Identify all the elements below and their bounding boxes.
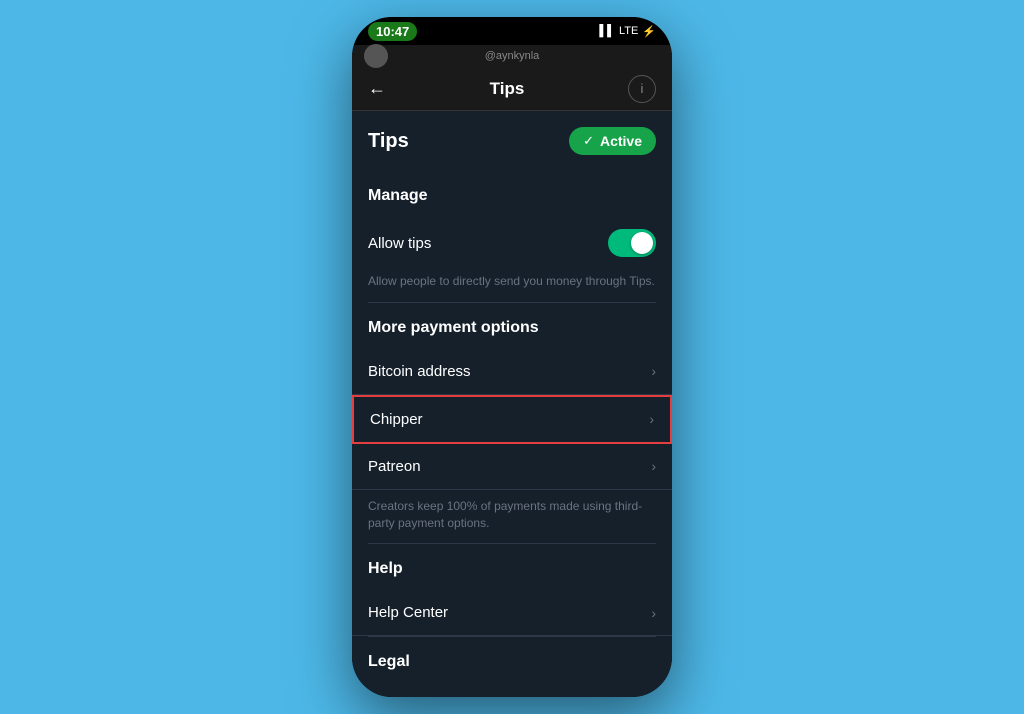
chevron-icon-patreon: ›	[651, 458, 656, 474]
allow-tips-description: Allow people to directly send you money …	[352, 269, 672, 302]
bitcoin-address-label: Bitcoin address	[368, 363, 471, 380]
toggle-knob	[631, 232, 653, 254]
profile-bar: @aynkynla	[352, 45, 672, 67]
tips-header: Tips ✓ Active	[352, 111, 672, 171]
help-section: Help	[352, 544, 672, 578]
profile-username: @aynkynla	[485, 50, 540, 62]
allow-tips-row: Allow tips	[352, 217, 672, 269]
chevron-icon-bitcoin: ›	[651, 363, 656, 379]
patreon-label: Patreon	[368, 458, 421, 475]
nav-bar: ← Tips i	[352, 67, 672, 111]
status-icons: ▌▌ LTE ⚡	[599, 25, 656, 38]
active-badge-label: Active	[600, 133, 642, 149]
payment-section-title: More payment options	[368, 319, 656, 337]
active-badge: ✓ Active	[569, 127, 656, 155]
legal-section-title: Legal	[368, 653, 656, 671]
chipper-item[interactable]: Chipper ›	[352, 395, 672, 444]
allow-tips-label: Allow tips	[368, 235, 431, 252]
signal-icon: ▌▌	[599, 25, 615, 37]
bitcoin-address-item[interactable]: Bitcoin address ›	[352, 349, 672, 395]
status-time: 10:47	[368, 22, 417, 41]
payment-note: Creators keep 100% of payments made usin…	[352, 490, 672, 544]
back-button[interactable]: ←	[368, 78, 386, 99]
battery-icon: ⚡	[642, 25, 656, 38]
patreon-item[interactable]: Patreon ›	[352, 444, 672, 490]
help-center-label: Help Center	[368, 604, 448, 621]
chevron-icon-chipper: ›	[649, 411, 654, 427]
chevron-icon-help: ›	[651, 605, 656, 621]
info-button[interactable]: i	[628, 75, 656, 103]
avatar	[364, 44, 388, 68]
content-area: Tips ✓ Active Manage Allow tips Allow pe…	[352, 111, 672, 697]
phone-container: 10:47 ▌▌ LTE ⚡ @aynkynla ← Tips i Tips ✓…	[352, 17, 672, 697]
monetization-policy-item[interactable]: General Monetization Policy ›	[352, 683, 672, 697]
nav-title: Tips	[490, 79, 525, 99]
help-section-title: Help	[368, 560, 656, 578]
network-label: LTE	[619, 25, 638, 37]
manage-section: Manage	[352, 171, 672, 205]
chipper-label: Chipper	[370, 411, 423, 428]
manage-section-title: Manage	[368, 187, 656, 205]
info-icon: i	[641, 81, 644, 96]
status-bar: 10:47 ▌▌ LTE ⚡	[352, 17, 672, 45]
tips-page-title: Tips	[368, 130, 409, 153]
allow-tips-toggle[interactable]	[608, 229, 656, 257]
active-check-icon: ✓	[583, 133, 594, 149]
help-center-item[interactable]: Help Center ›	[352, 590, 672, 636]
payment-section: More payment options	[352, 303, 672, 337]
legal-section: Legal	[352, 637, 672, 671]
